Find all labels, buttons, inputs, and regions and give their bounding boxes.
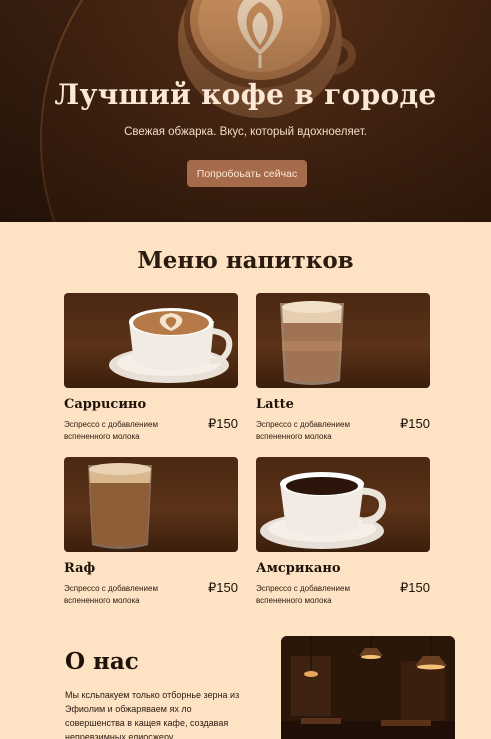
menu-item-price: ₽150	[400, 580, 430, 595]
menu-item-price: ₽150	[208, 580, 238, 595]
hero-section: Лучший кофе в городе Свежая обжарка. Вку…	[0, 0, 491, 222]
menu-item-price: ₽150	[400, 416, 430, 431]
menu-item-name: Raф	[64, 561, 96, 576]
menu-item-description: Эспрессо с добавлением вспененного молок…	[256, 420, 350, 441]
menu-card-raf[interactable]: Raф Эспрессо с добавлением вспененного м…	[64, 457, 238, 605]
menu-item-name: Latte	[256, 397, 294, 412]
menu-title: Меню напитков	[137, 247, 354, 274]
latte-image	[256, 293, 430, 388]
try-now-button[interactable]: Попробоьать сейчас	[187, 160, 307, 187]
menu-card-americano[interactable]: Амсрикано Эспрессо с добавлением вспенен…	[256, 457, 430, 605]
menu-item-name: Амсрикано	[256, 561, 341, 576]
hero-title: Лучший кофе в городе	[54, 78, 437, 111]
menu-card-latte[interactable]: Latte Эспрессо с добавлением вспененного…	[256, 293, 430, 441]
cappuccino-image	[64, 293, 238, 388]
menu-item-name: Cappucино	[64, 397, 147, 412]
americano-image	[256, 457, 430, 552]
about-text: Мы ксльпакуем только отборнье зерна из Э…	[65, 690, 240, 739]
menu-item-description: Эспрессо с добавлением вспененного молок…	[256, 584, 350, 605]
hero-subtitle: Свежая обжарка. Вкус, который вдохноеляе…	[124, 126, 367, 138]
raf-image	[64, 457, 238, 552]
about-title: О нас	[65, 648, 139, 675]
hero-overlay	[0, 0, 491, 222]
menu-item-description: Эспрессо с добавлением вспененного молок…	[64, 584, 158, 605]
menu-card-cappuccino[interactable]: Cappucино Эспрессо с добавлением вспенен…	[64, 293, 238, 441]
menu-item-price: ₽150	[208, 416, 238, 431]
cafe-interior-image	[281, 636, 455, 739]
menu-item-description: Эспрессо с добавлением вспененного молок…	[64, 420, 158, 441]
